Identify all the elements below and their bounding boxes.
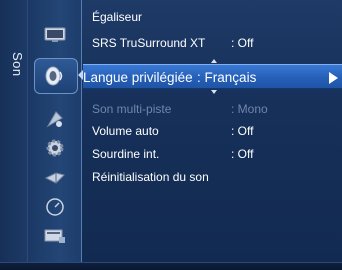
- menu-item-value: : Off: [231, 36, 254, 50]
- menu-item-equalizer[interactable]: Égaliseur: [83, 7, 342, 27]
- menu-item-label: Langue privilégiée: [83, 70, 193, 85]
- menu-item-label: Volume auto: [92, 124, 159, 138]
- bottom-bar: [0, 262, 342, 270]
- menu-item-value: : Off: [231, 147, 254, 161]
- menu-item-label: Son multi-piste: [92, 102, 172, 116]
- scroll-down-indicator: [211, 90, 217, 94]
- menu-item-value: : Français: [197, 70, 257, 85]
- menu-item-srs-trusurround[interactable]: SRS TruSurround XT : Off: [83, 33, 342, 53]
- sound-menu-list: Égaliseur SRS TruSurround XT : Off Langu…: [83, 0, 342, 270]
- application-icon[interactable]: [38, 192, 72, 222]
- menu-item-label: Sourdine int.: [92, 147, 160, 161]
- support-icon[interactable]: [38, 221, 72, 251]
- menu-item-preferred-language[interactable]: Langue privilégiée : Français: [83, 64, 342, 89]
- input-icon[interactable]: [38, 163, 72, 193]
- menu-item-multi-track-sound: Son multi-piste : Mono: [83, 99, 342, 119]
- picture-icon[interactable]: [38, 20, 72, 50]
- menu-item-value: : Mono: [231, 102, 268, 116]
- menu-category-strip: Son: [0, 0, 28, 270]
- scroll-up-indicator: [211, 59, 217, 63]
- menu-item-internal-mute[interactable]: Sourdine int. : Off: [83, 144, 342, 164]
- sound-icon[interactable]: [38, 61, 72, 91]
- tv-menu-screen: Son Égaliseur SRS TruSurround XT: Off L…: [0, 0, 342, 270]
- menu-item-label: Réinitialisation du son: [92, 170, 209, 184]
- menu-item-label: Égaliseur: [92, 10, 143, 24]
- menu-item-auto-volume[interactable]: Volume auto : Off: [83, 121, 342, 141]
- setup-icon[interactable]: [38, 133, 72, 163]
- menu-item-label: SRS TruSurround XT: [92, 36, 206, 50]
- channel-icon[interactable]: [38, 104, 72, 134]
- category-icon-column: [28, 0, 83, 270]
- menu-category-label: Son: [10, 52, 25, 77]
- menu-item-sound-reset[interactable]: Réinitialisation du son: [83, 167, 342, 187]
- menu-item-value: : Off: [231, 124, 254, 138]
- submenu-arrow-icon: [329, 72, 338, 84]
